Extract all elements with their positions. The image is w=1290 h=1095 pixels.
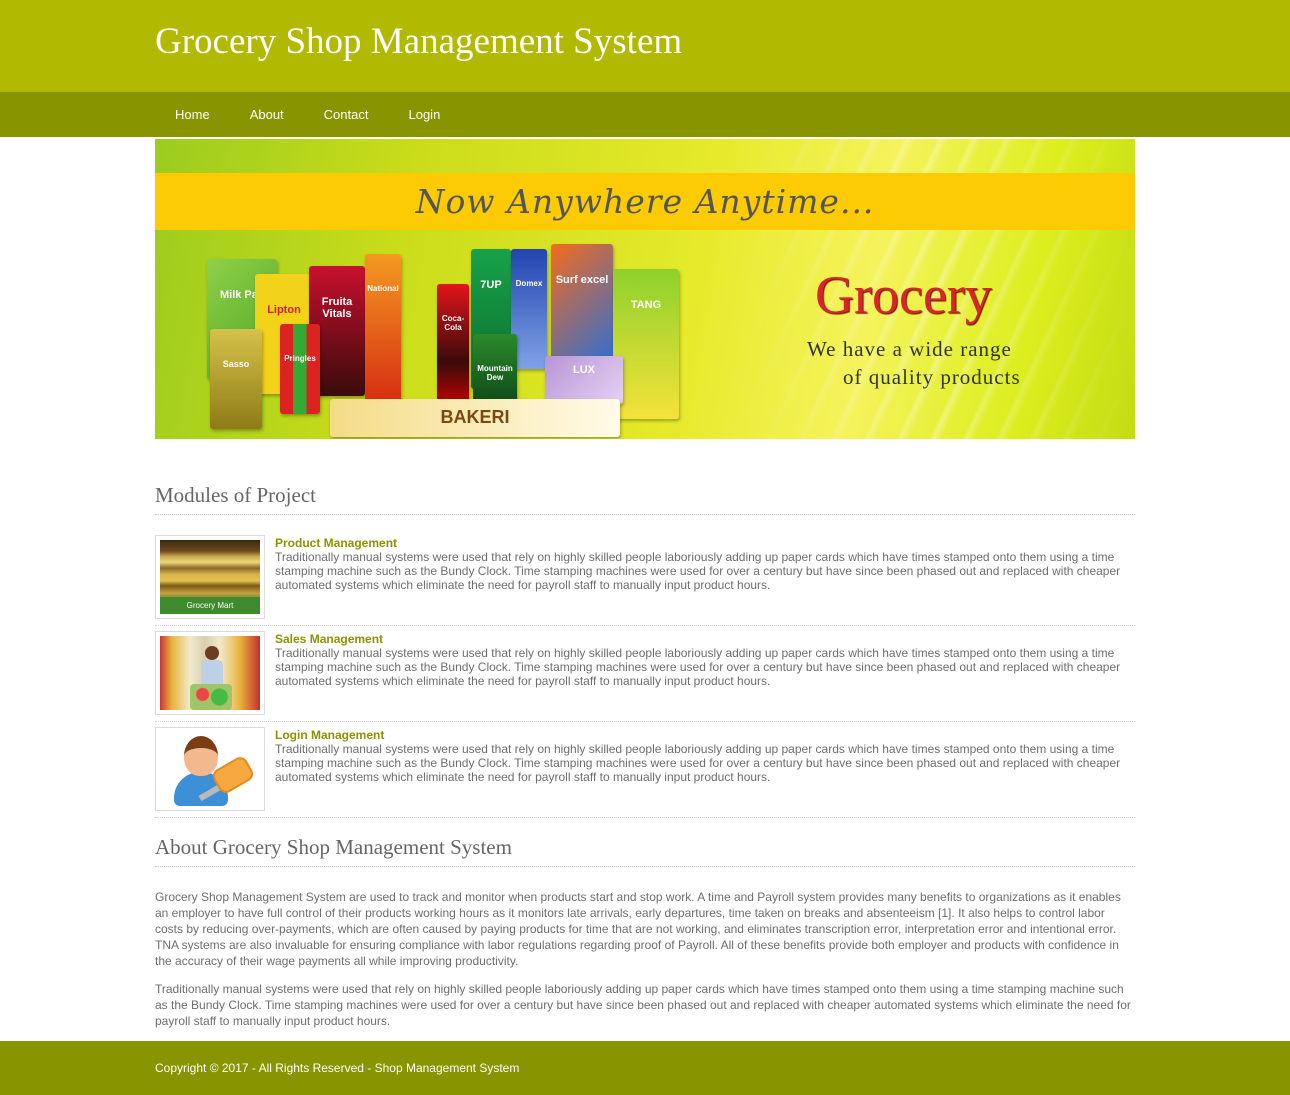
- user-head: [184, 736, 218, 776]
- module-item-login-management: Login Management Traditionally manual sy…: [155, 727, 1135, 818]
- product-lux: LUX: [545, 356, 623, 404]
- module-list: Grocery Mart Product Management Traditio…: [155, 535, 1135, 818]
- about-paragraph: Traditionally manual systems were used t…: [155, 982, 1131, 1028]
- banner-subtitle-line1: We have a wide range: [807, 337, 1012, 361]
- product-surf-excel: Surf excel: [551, 244, 613, 364]
- site-footer: Copyright © 2017 - All Rights Reserved -…: [0, 1041, 1290, 1095]
- module-thumbnail: [155, 727, 265, 811]
- nav-login[interactable]: Login: [388, 107, 460, 122]
- product-mountain-dew: Mountain Dew: [473, 334, 517, 404]
- product-pringles: Pringles: [280, 324, 320, 414]
- module-description: Traditionally manual systems were used t…: [275, 550, 1121, 592]
- about-heading: About Grocery Shop Management System: [155, 835, 1135, 867]
- banner-product-collage: Milk Pak Lipton Fruita Vitals National C…: [205, 244, 765, 439]
- about-paragraph: Grocery Shop Management System are used …: [155, 890, 1121, 968]
- banner-tagline: Now Anywhere Anytime...: [415, 182, 875, 221]
- shopping-cart: [190, 684, 232, 710]
- module-thumbnail: Grocery Mart: [155, 535, 265, 619]
- image-caption: Grocery Mart: [160, 597, 260, 614]
- modules-section: Modules of Project Grocery Mart Product …: [155, 483, 1135, 818]
- user-key-icon: [160, 732, 260, 806]
- about-section: About Grocery Shop Management System Gro…: [155, 835, 1135, 1029]
- module-description: Traditionally manual systems were used t…: [275, 742, 1121, 784]
- product-coca-cola: Coca-Cola: [437, 284, 469, 414]
- copyright-text: Copyright © 2017 - All Rights Reserved -…: [155, 1061, 520, 1075]
- nav-contact[interactable]: Contact: [304, 107, 389, 122]
- module-title[interactable]: Login Management: [275, 728, 1135, 742]
- banner-subtitle-line2: of quality products: [843, 365, 1021, 389]
- main-nav: Home About Contact Login: [0, 92, 1290, 137]
- module-thumbnail: [155, 631, 265, 715]
- nav-about[interactable]: About: [230, 107, 304, 122]
- product-national: National: [365, 254, 401, 404]
- modules-heading: Modules of Project: [155, 483, 1135, 515]
- nav-home[interactable]: Home: [155, 107, 230, 122]
- module-title[interactable]: Product Management: [275, 536, 1135, 550]
- product-bakeri: BAKERI: [330, 399, 620, 437]
- site-title: Grocery Shop Management System: [155, 21, 683, 62]
- grocery-shelf-image: Grocery Mart: [160, 540, 260, 614]
- module-item-product-management: Grocery Mart Product Management Traditio…: [155, 535, 1135, 626]
- product-sasso: Sasso: [210, 329, 262, 429]
- shopping-aisle-image: [160, 636, 260, 710]
- module-description: Traditionally manual systems were used t…: [275, 646, 1121, 688]
- site-header: Grocery Shop Management System: [0, 0, 1290, 92]
- module-title[interactable]: Sales Management: [275, 632, 1135, 646]
- module-item-sales-management: Sales Management Traditionally manual sy…: [155, 631, 1135, 722]
- shopper-head: [205, 646, 219, 660]
- hero-banner: Now Anywhere Anytime... Milk Pak Lipton …: [155, 139, 1135, 439]
- banner-brand-text: Grocery: [815, 265, 992, 325]
